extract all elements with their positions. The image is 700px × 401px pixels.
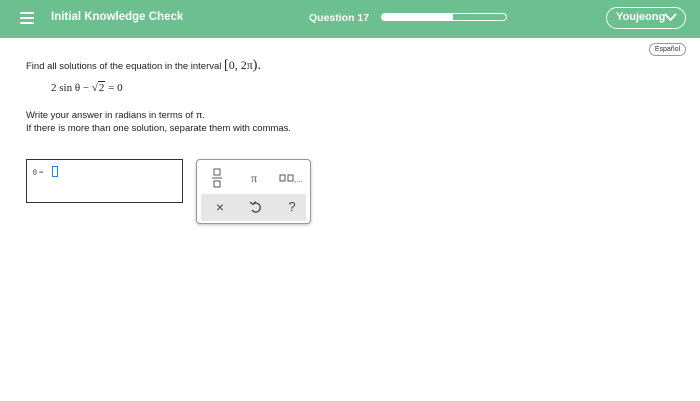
interval: [0, 2π). (224, 58, 261, 73)
answer-input[interactable] (52, 166, 58, 177)
math-keypad: π ,... × ? (196, 159, 311, 224)
question-number: Question 17 (309, 12, 370, 24)
pi-button[interactable]: π (242, 168, 266, 188)
help-button[interactable]: ? (281, 197, 303, 217)
fraction-button[interactable] (205, 167, 229, 189)
list-button[interactable]: ,... (277, 168, 307, 188)
clear-button[interactable]: × (209, 197, 231, 217)
answer-box[interactable]: θ = (26, 159, 183, 203)
app-title: Initial Knowledge Check (51, 11, 184, 23)
interval-close: ). (252, 58, 261, 73)
undo-button[interactable] (245, 197, 267, 217)
keypad-actions: × ? (201, 194, 306, 221)
hamburger-menu-icon[interactable] (20, 12, 34, 24)
progress-fill (382, 14, 453, 20)
chevron-down-icon (664, 13, 677, 21)
question-prompt: Find all solutions of the equation in th… (26, 58, 261, 74)
language-toggle-button[interactable]: Español (649, 43, 686, 56)
equation: 2 sin θ − √2 = 0 (51, 81, 123, 94)
interval-body: 0, 2π (228, 58, 253, 72)
user-name: Youjeong (616, 11, 666, 23)
square-root: √2 (91, 81, 106, 94)
answer-label: θ = (33, 168, 44, 177)
equation-prefix: 2 sin θ − (51, 82, 90, 94)
svg-text:,...: ,... (294, 176, 303, 184)
list-comma-icon: ,... (279, 174, 303, 184)
radicand: 2 (97, 81, 106, 94)
prompt-text: Find all solutions of the equation in th… (26, 61, 222, 72)
user-menu-button[interactable]: Youjeong (606, 7, 686, 29)
undo-icon (249, 201, 261, 213)
instruction-radians: Write your answer in radians in terms of… (26, 110, 206, 121)
equation-suffix: = 0 (108, 82, 123, 94)
top-bar: Initial Knowledge Check Question 17 Youj… (0, 0, 700, 38)
instructions: Write your answer in radians in terms of… (26, 109, 291, 135)
radical-sign-icon: √ (91, 82, 98, 94)
instruction-commas: If there is more than one solution, sepa… (26, 123, 292, 134)
fraction-icon (212, 168, 222, 188)
progress-bar (381, 13, 507, 21)
